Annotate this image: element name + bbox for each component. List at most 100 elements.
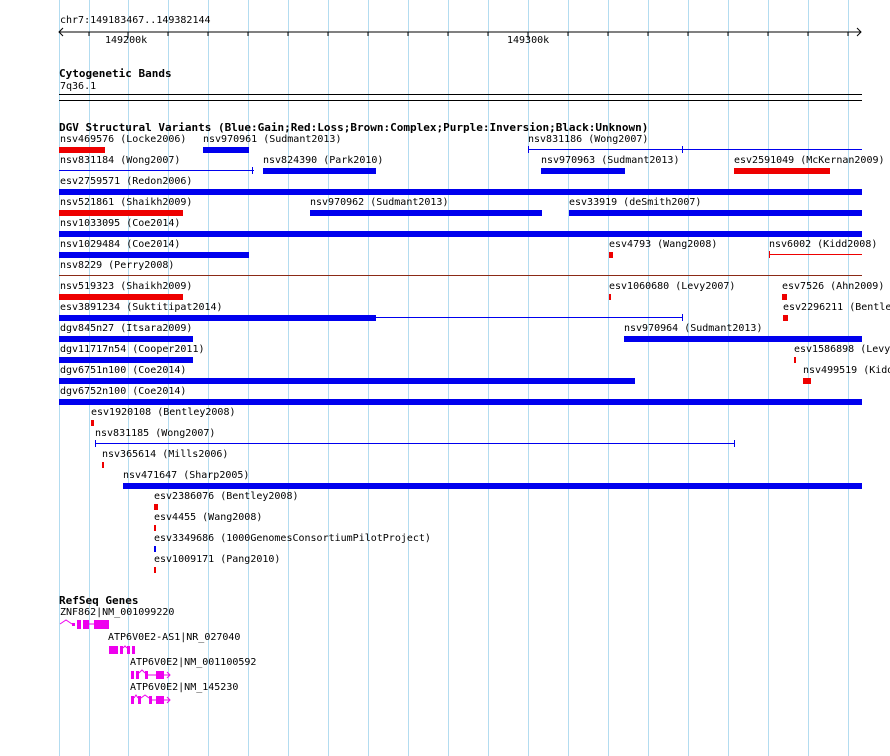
variant-end-cap — [95, 440, 96, 447]
variant-end-cap — [734, 440, 735, 447]
variant-feature[interactable] — [59, 252, 249, 258]
cytoband-line[interactable] — [59, 100, 862, 101]
variant-feature[interactable] — [541, 168, 625, 174]
ruler-tick-label: 149200k — [105, 35, 148, 46]
variant-feature[interactable] — [203, 147, 249, 153]
variant-label: nsv499519 (Kidd2010) — [803, 365, 890, 376]
variant-feature[interactable] — [59, 294, 183, 300]
variant-label: nsv824390 (Park2010) — [263, 155, 384, 166]
grid-line — [728, 0, 729, 756]
variant-feature[interactable] — [59, 336, 193, 342]
variant-label: nsv831184 (Wong2007) — [60, 155, 181, 166]
variant-label: nsv1033095 (Coe2014) — [60, 218, 181, 229]
cytoband-track-title: Cytogenetic Bands — [59, 67, 172, 80]
variant-feature[interactable] — [59, 357, 193, 363]
variant-label: esv1060680 (Levy2007) — [609, 281, 736, 292]
variant-feature[interactable] — [154, 567, 156, 573]
variant-end-cap — [252, 167, 253, 174]
variant-feature[interactable] — [263, 168, 376, 174]
ruler-tick-label: 149300k — [507, 35, 550, 46]
genome-browser-view: chr7:149183467..149382144 149200k 149300… — [0, 0, 890, 756]
variant-label: esv7526 (Ahn2009) — [782, 281, 885, 292]
variant-feature[interactable] — [310, 210, 542, 216]
variant-feature[interactable] — [59, 399, 862, 405]
cytoband-line[interactable] — [59, 94, 862, 95]
variant-feature[interactable] — [569, 210, 862, 216]
refseq-track-title: RefSeq Genes — [59, 594, 139, 607]
variant-label: dgv11717n54 (Cooper2011) — [60, 344, 205, 355]
variant-feature[interactable] — [609, 294, 611, 300]
variant-feature[interactable] — [59, 275, 862, 276]
variant-label: nsv521861 (Shaikh2009) — [60, 197, 193, 208]
variant-label: nsv831186 (Wong2007) — [528, 134, 649, 145]
variant-feature[interactable] — [59, 231, 862, 237]
variant-feature[interactable] — [528, 149, 862, 150]
variant-end-cap — [682, 146, 683, 153]
variant-label: nsv1029484 (Coe2014) — [60, 239, 181, 250]
variant-feature[interactable] — [154, 525, 156, 531]
variant-label: nsv365614 (Mills2006) — [102, 449, 229, 460]
variant-feature[interactable] — [59, 189, 862, 195]
variant-label: esv2386076 (Bentley2008) — [154, 491, 299, 502]
cytoband-label: 7q36.1 — [60, 81, 97, 92]
variant-label: esv4455 (Wang2008) — [154, 512, 263, 523]
dgv-track-title: DGV Structural Variants (Blue:Gain;Red:L… — [59, 121, 649, 134]
variant-label: esv4793 (Wang2008) — [609, 239, 718, 250]
variant-label: esv2591049 (McKernan2009) — [734, 155, 885, 166]
variant-label: nsv8229 (Perry2008) — [60, 260, 175, 271]
grid-line — [848, 0, 849, 756]
variant-label: dgv6752n100 (Coe2014) — [60, 386, 187, 397]
gene-label: ATP6V0E2-AS1|NR_027040 — [108, 632, 241, 643]
variant-feature[interactable] — [59, 210, 183, 216]
variant-feature[interactable] — [154, 546, 156, 552]
variant-feature[interactable] — [95, 443, 735, 444]
gene-model-znf862[interactable] — [58, 618, 112, 632]
variant-feature[interactable] — [154, 504, 158, 510]
variant-label: nsv6002 (Kidd2008) — [769, 239, 878, 250]
variant-end-cap — [682, 314, 683, 321]
gene-model-atp6v0e2-nm001100592[interactable] — [129, 669, 173, 681]
variant-label: esv3891234 (Suktitipat2014) — [60, 302, 223, 313]
variant-feature[interactable] — [803, 378, 811, 384]
gene-label: ATP6V0E2|NM_145230 — [130, 682, 239, 693]
variant-label: nsv970961 (Sudmant2013) — [203, 134, 342, 145]
gene-label: ZNF862|NM_001099220 — [60, 607, 175, 618]
grid-line — [688, 0, 689, 756]
variant-feature[interactable] — [123, 483, 862, 489]
variant-feature[interactable] — [624, 336, 862, 342]
variant-label: nsv970964 (Sudmant2013) — [624, 323, 763, 334]
variant-label: nsv831185 (Wong2007) — [95, 428, 216, 439]
gene-label: ATP6V0E2|NM_001100592 — [130, 657, 257, 668]
variant-label: esv1009171 (Pang2010) — [154, 554, 281, 565]
variant-label: dgv845n27 (Itsara2009) — [60, 323, 193, 334]
variant-label: nsv970963 (Sudmant2013) — [541, 155, 680, 166]
variant-label: esv1920108 (Bentley2008) — [91, 407, 236, 418]
variant-label: nsv519323 (Shaikh2009) — [60, 281, 193, 292]
gene-model-atp6v0e2-as1[interactable] — [107, 644, 139, 656]
grid-line — [648, 0, 649, 756]
variant-feature[interactable] — [59, 315, 376, 321]
variant-connector — [376, 317, 683, 318]
variant-label: esv2296211 (Bentley2008) — [783, 302, 890, 313]
gene-model-atp6v0e2-nm145230[interactable] — [129, 694, 173, 706]
variant-feature[interactable] — [782, 294, 787, 300]
variant-label: esv2759571 (Redon2006) — [60, 176, 193, 187]
variant-feature[interactable] — [59, 147, 105, 153]
variant-feature[interactable] — [794, 357, 796, 363]
variant-end-cap — [528, 146, 529, 153]
variant-feature[interactable] — [783, 315, 788, 321]
variant-label: nsv471647 (Sharp2005) — [123, 470, 250, 481]
variant-feature[interactable] — [769, 254, 862, 255]
variant-label: dgv6751n100 (Coe2014) — [60, 365, 187, 376]
variant-feature[interactable] — [609, 252, 613, 258]
variant-label: nsv469576 (Locke2006) — [60, 134, 187, 145]
variant-label: esv3349686 (1000GenomesConsortiumPilotPr… — [154, 533, 431, 544]
variant-feature[interactable] — [59, 170, 254, 171]
grid-line — [768, 0, 769, 756]
variant-feature[interactable] — [59, 378, 635, 384]
variant-label: nsv970962 (Sudmant2013) — [310, 197, 449, 208]
variant-feature[interactable] — [91, 420, 94, 426]
variant-label: esv1586898 (Levy2007) — [794, 344, 890, 355]
variant-feature[interactable] — [734, 168, 830, 174]
variant-feature[interactable] — [102, 462, 104, 468]
